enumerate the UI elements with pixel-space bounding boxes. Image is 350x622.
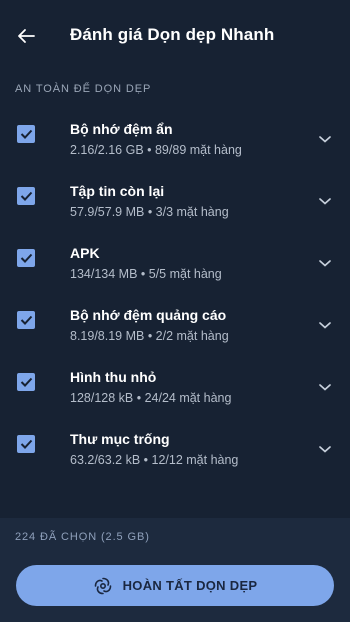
check-icon (20, 253, 32, 263)
item-title: Tập tin còn lại (70, 183, 165, 199)
arrow-left-icon (18, 29, 35, 43)
selected-count-label: 224 ĐÃ CHỌN (2.5 GB) (15, 531, 150, 543)
check-icon (20, 129, 32, 139)
list-item[interactable]: Bộ nhớ đệm ẩn 2.16/2.16 GB • 89/89 mặt h… (0, 112, 350, 174)
item-subtitle: 57.9/57.9 MB • 3/3 mặt hàng (70, 205, 229, 219)
check-icon (20, 439, 32, 449)
chevron-down-icon[interactable] (318, 444, 332, 454)
page-title: Đánh giá Dọn dẹp Nhanh (70, 25, 275, 44)
item-subtitle: 2.16/2.16 GB • 89/89 mặt hàng (70, 143, 242, 157)
finish-cleaning-label: HOÀN TẤT DỌN DẸP (122, 578, 258, 593)
item-title: Hình thu nhỏ (70, 369, 157, 385)
item-subtitle: 63.2/63.2 kB • 12/12 mặt hàng (70, 453, 239, 467)
chevron-down-icon[interactable] (318, 196, 332, 206)
item-subtitle: 128/128 kB • 24/24 mặt hàng (70, 391, 232, 405)
check-icon (20, 315, 32, 325)
clean-category-list: Bộ nhớ đệm ẩn 2.16/2.16 GB • 89/89 mặt h… (0, 112, 350, 484)
checkbox[interactable] (17, 125, 35, 143)
checkbox[interactable] (17, 311, 35, 329)
back-button[interactable] (14, 24, 38, 48)
finish-cleaning-button[interactable]: HOÀN TẤT DỌN DẸP (16, 565, 334, 606)
item-title: Thư mục trống (70, 431, 170, 447)
item-subtitle: 8.19/8.19 MB • 2/2 mặt hàng (70, 329, 229, 343)
list-item[interactable]: Tập tin còn lại 57.9/57.9 MB • 3/3 mặt h… (0, 174, 350, 236)
checkbox[interactable] (17, 435, 35, 453)
checkbox[interactable] (17, 249, 35, 267)
chevron-down-icon[interactable] (318, 382, 332, 392)
list-item[interactable]: Hình thu nhỏ 128/128 kB • 24/24 mặt hàng (0, 360, 350, 422)
chevron-down-icon[interactable] (318, 258, 332, 268)
check-icon (20, 377, 32, 387)
item-title: Bộ nhớ đệm quảng cáo (70, 307, 227, 323)
checkbox[interactable] (17, 373, 35, 391)
app-header: Đánh giá Dọn dẹp Nhanh (0, 0, 350, 70)
item-subtitle: 134/134 MB • 5/5 mặt hàng (70, 267, 222, 281)
section-label: AN TOÀN ĐỂ DỌN DẸP (15, 83, 152, 95)
list-item[interactable]: APK 134/134 MB • 5/5 mặt hàng (0, 236, 350, 298)
item-title: APK (70, 245, 100, 261)
checkbox[interactable] (17, 187, 35, 205)
quick-clean-review-screen: Đánh giá Dọn dẹp Nhanh AN TOÀN ĐỂ DỌN DẸ… (0, 0, 350, 622)
item-title: Bộ nhớ đệm ẩn (70, 121, 173, 137)
list-item[interactable]: Bộ nhớ đệm quảng cáo 8.19/8.19 MB • 2/2 … (0, 298, 350, 360)
list-item[interactable]: Thư mục trống 63.2/63.2 kB • 12/12 mặt h… (0, 422, 350, 484)
cleaning-swirl-icon (93, 576, 113, 596)
bottom-action-bar: 224 ĐÃ CHỌN (2.5 GB) HOÀN TẤT DỌN DẸP (0, 518, 350, 622)
chevron-down-icon[interactable] (318, 134, 332, 144)
chevron-down-icon[interactable] (318, 320, 332, 330)
check-icon (20, 191, 32, 201)
